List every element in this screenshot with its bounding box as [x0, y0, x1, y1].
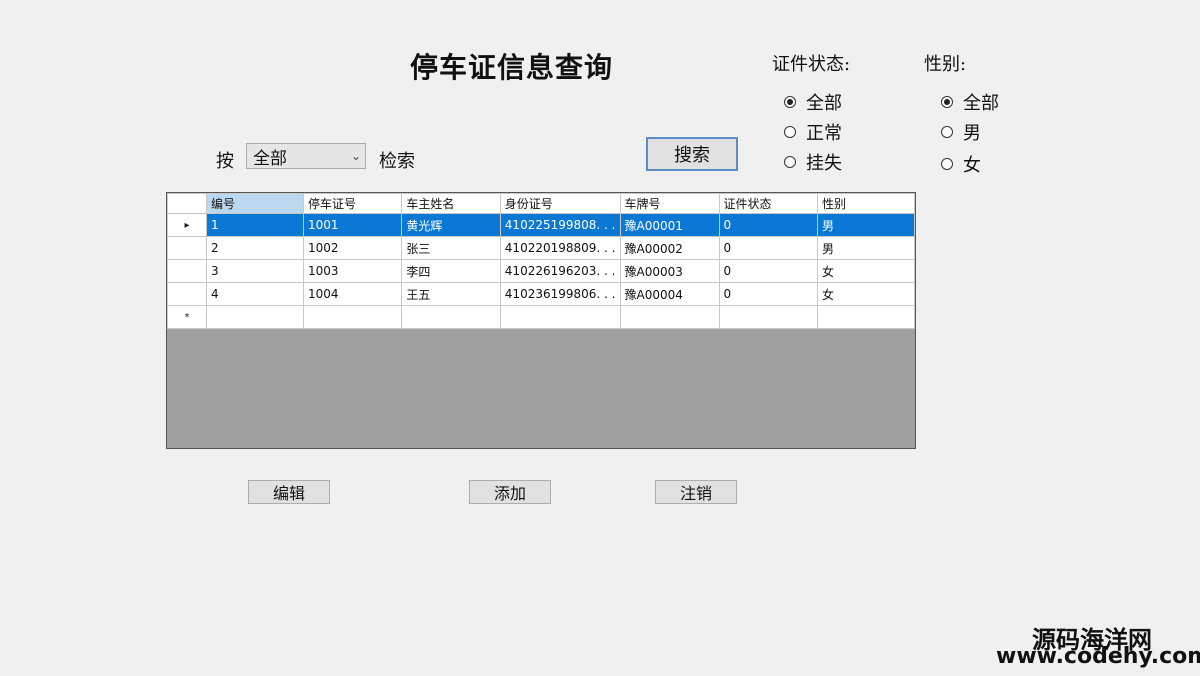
new-row-icon: * [184, 311, 190, 323]
table-cell[interactable]: 1 [205, 213, 304, 237]
gender-radio-all-label: 全部 [963, 93, 999, 114]
table-cell[interactable]: 410226196203. . . [499, 259, 621, 283]
table-cell[interactable]: 豫A00003 [619, 259, 720, 283]
status-radio-normal[interactable]: 正常 [784, 119, 842, 145]
row-header[interactable] [167, 236, 207, 260]
main-window: 停车证信息查询 证件状态: 全部 正常 挂失 性别: 全部 男 女 按 全部 ⌄… [0, 0, 1200, 676]
grid-corner [167, 193, 207, 214]
table-cell[interactable]: 4 [205, 282, 304, 306]
status-group-label: 证件状态: [772, 54, 851, 75]
radio-unchecked-icon [941, 126, 953, 138]
table-cell[interactable]: 男 [816, 213, 916, 237]
table-cell[interactable]: 3 [205, 259, 304, 283]
table-cell[interactable]: 410225199808. . . [499, 213, 621, 237]
table-cell[interactable]: 410236199806. . . [499, 282, 621, 306]
radio-unchecked-icon [941, 158, 953, 170]
table-cell[interactable]: 张三 [401, 236, 501, 260]
gender-radio-male[interactable]: 男 [941, 119, 981, 145]
column-header-id-card[interactable]: 身份证号 [499, 193, 621, 214]
table-cell[interactable]: 李四 [401, 259, 501, 283]
status-radio-all[interactable]: 全部 [784, 89, 842, 115]
new-row-cell[interactable] [619, 305, 720, 329]
status-radio-normal-label: 正常 [806, 123, 842, 144]
table-cell[interactable]: 1002 [302, 236, 403, 260]
gender-radio-male-label: 男 [963, 123, 981, 144]
table-cell[interactable]: 1004 [302, 282, 403, 306]
page-title: 停车证信息查询 [410, 51, 614, 84]
cancel-permit-button[interactable]: 注销 [655, 480, 737, 504]
gender-radio-female[interactable]: 女 [941, 151, 981, 177]
radio-checked-icon [941, 96, 953, 108]
table-cell[interactable]: 豫A00004 [619, 282, 720, 306]
gender-radio-all[interactable]: 全部 [941, 89, 999, 115]
new-row-cell[interactable] [816, 305, 916, 329]
status-radio-lost-label: 挂失 [806, 153, 842, 174]
column-header-owner-name[interactable]: 车主姓名 [401, 193, 501, 214]
status-radio-lost[interactable]: 挂失 [784, 149, 842, 175]
column-header-id[interactable]: 编号 [205, 193, 304, 214]
grid-header-row: 编号 停车证号 车主姓名 身份证号 车牌号 证件状态 性别 [167, 193, 916, 214]
table-cell[interactable]: 豫A00002 [619, 236, 720, 260]
table-cell[interactable]: 1001 [302, 213, 403, 237]
search-field-select[interactable]: 全部 ⌄ [246, 143, 366, 169]
table-row[interactable]: 3 1003 李四 410226196203. . . 豫A00003 0 女 [167, 259, 916, 283]
row-header[interactable] [167, 259, 207, 283]
table-row[interactable]: 4 1004 王五 410236199806. . . 豫A00004 0 女 [167, 282, 916, 306]
table-cell[interactable]: 王五 [401, 282, 501, 306]
new-row-cell[interactable] [205, 305, 304, 329]
data-grid-table: 编号 停车证号 车主姓名 身份证号 车牌号 证件状态 性别 ▸ 1 1001 黄… [167, 193, 916, 329]
search-prefix-label: 按 [216, 151, 234, 172]
new-row-cell[interactable] [499, 305, 621, 329]
radio-checked-icon [784, 96, 796, 108]
data-grid[interactable]: 编号 停车证号 车主姓名 身份证号 车牌号 证件状态 性别 ▸ 1 1001 黄… [166, 192, 916, 449]
table-cell[interactable]: 黄光辉 [401, 213, 501, 237]
new-row-cell[interactable] [302, 305, 403, 329]
status-radio-all-label: 全部 [806, 93, 842, 114]
new-row-cell[interactable] [401, 305, 501, 329]
gender-radio-female-label: 女 [963, 155, 981, 176]
gender-group-label: 性别: [924, 54, 967, 75]
search-suffix-label: 检索 [379, 151, 415, 172]
radio-unchecked-icon [784, 126, 796, 138]
column-header-permit-no[interactable]: 停车证号 [302, 193, 403, 214]
table-row[interactable]: 2 1002 张三 410220198809. . . 豫A00002 0 男 [167, 236, 916, 260]
search-field-value: 全部 [253, 148, 287, 169]
column-header-plate-no[interactable]: 车牌号 [619, 193, 720, 214]
new-row-cell[interactable] [718, 305, 818, 329]
table-cell[interactable]: 0 [718, 236, 818, 260]
table-cell[interactable]: 1003 [302, 259, 403, 283]
table-row[interactable]: ▸ 1 1001 黄光辉 410225199808. . . 豫A00001 0… [167, 213, 916, 237]
table-cell[interactable]: 豫A00001 [619, 213, 720, 237]
current-row-icon: ▸ [184, 219, 190, 231]
table-cell[interactable]: 2 [205, 236, 304, 260]
add-button[interactable]: 添加 [469, 480, 551, 504]
new-row-header[interactable]: * [167, 305, 207, 329]
row-header[interactable] [167, 282, 207, 306]
table-cell[interactable]: 410220198809. . . [499, 236, 621, 260]
edit-button[interactable]: 编辑 [248, 480, 330, 504]
column-header-gender[interactable]: 性别 [816, 193, 916, 214]
radio-unchecked-icon [784, 156, 796, 168]
chevron-down-icon[interactable]: ⌄ [347, 149, 365, 163]
search-button[interactable]: 搜索 [646, 137, 738, 171]
table-cell[interactable]: 0 [718, 259, 818, 283]
table-cell[interactable]: 0 [718, 282, 818, 306]
table-cell[interactable]: 女 [816, 259, 916, 283]
table-cell[interactable]: 0 [718, 213, 818, 237]
table-cell[interactable]: 男 [816, 236, 916, 260]
new-row[interactable]: * [167, 305, 916, 329]
column-header-status[interactable]: 证件状态 [718, 193, 818, 214]
watermark-url: www.codehy.com [996, 644, 1200, 669]
row-header[interactable]: ▸ [167, 213, 207, 237]
table-cell[interactable]: 女 [816, 282, 916, 306]
